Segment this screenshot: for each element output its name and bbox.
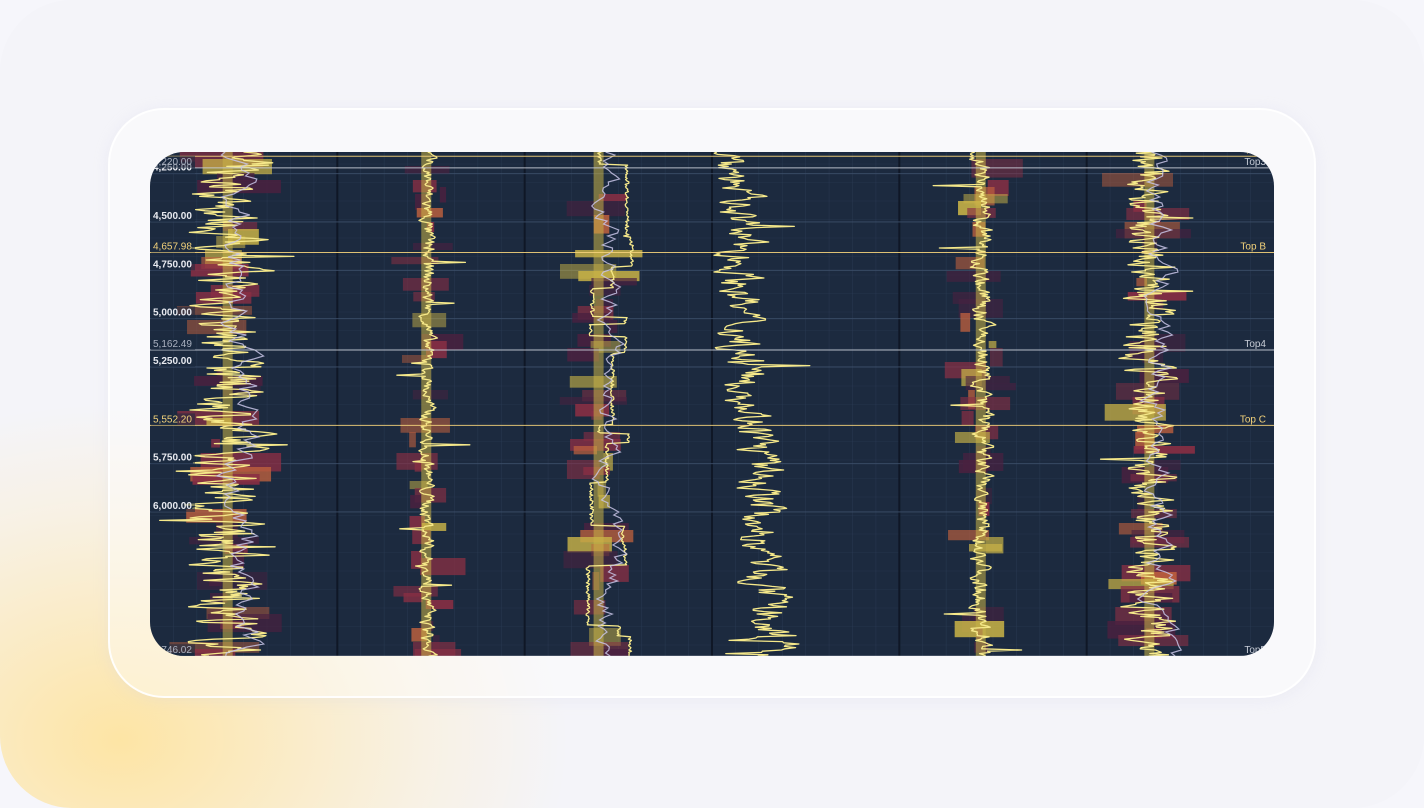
formation-top-label: Top2 [1244, 152, 1266, 156]
log-fill-block [410, 495, 422, 509]
formation-top-label: Top5 [1244, 645, 1266, 656]
log-fill-block [988, 341, 997, 349]
formation-top-label: Top C [1240, 414, 1266, 425]
log-fill-block [439, 187, 447, 203]
log-fill-block [600, 649, 629, 656]
log-fill-block [559, 397, 628, 405]
log-fill-block [946, 271, 1001, 282]
marker-depth-label: 4,220.00 [153, 157, 192, 168]
formation-top-label: Top4 [1244, 339, 1266, 350]
marker-depth-label: 5,162.49 [153, 339, 192, 350]
log-fill-block [1133, 446, 1195, 454]
log-core-bar [593, 152, 604, 656]
log-fill-block [409, 432, 416, 448]
depth-tick-label: 5,750.00 [153, 453, 192, 464]
log-fill-block [573, 446, 598, 455]
depth-tick-label: 4,750.00 [153, 259, 192, 270]
depth-tick-label: 4,500.00 [153, 211, 192, 222]
log-core-bar [1144, 152, 1155, 656]
marker-depth-label: 4,657.98 [153, 242, 192, 253]
formation-top-label: Top B [1240, 242, 1266, 253]
formation-top-label: Top3 [1244, 157, 1266, 168]
well-log-panel: Top2Top3Top BTop4Top CTop54,250.004,500.… [150, 152, 1274, 656]
depth-tick-label: 5,000.00 [153, 308, 192, 319]
log-fill-block [989, 348, 1003, 367]
log-fill-block [608, 320, 618, 334]
marker-depth-label: 6,746.02 [153, 645, 192, 656]
log-fill-block [960, 313, 971, 332]
log-curve [713, 152, 811, 656]
depth-tick-label: 5,250.00 [153, 356, 192, 367]
marker-depth-label: 5,552.20 [153, 414, 192, 425]
well-log-chart: Top2Top3Top BTop4Top CTop54,250.004,500.… [150, 152, 1274, 656]
log-fill-block [403, 593, 423, 603]
depth-tick-label: 6,000.00 [153, 501, 192, 512]
log-core-bar [222, 152, 233, 656]
log-fill-block [961, 411, 974, 426]
